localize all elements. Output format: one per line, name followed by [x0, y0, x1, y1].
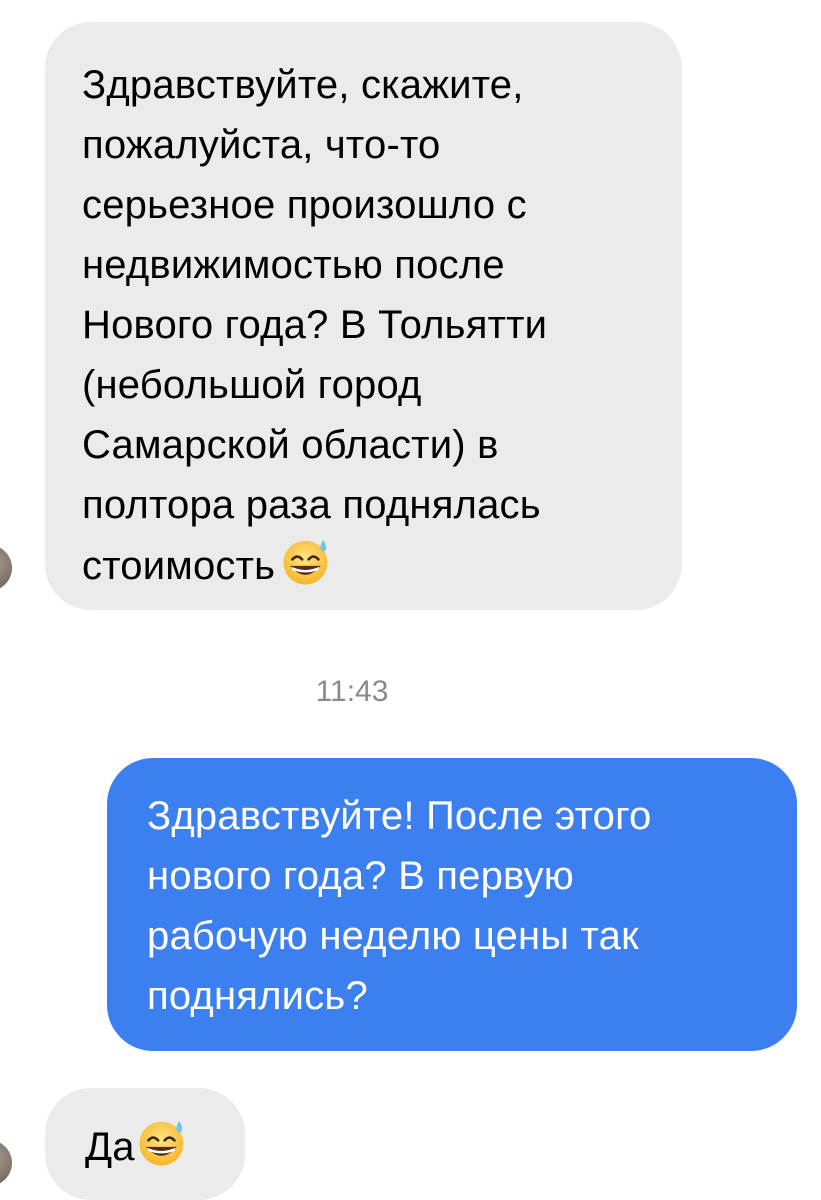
message-line: серьезное произошло с	[82, 183, 527, 227]
message-line: пожалуйста, что-то	[82, 123, 441, 167]
grinning-face-with-sweat-icon	[139, 1120, 184, 1166]
message-text: стоимость	[82, 544, 276, 588]
message-line: Здравствуйте, скажите,	[82, 63, 524, 107]
message-line: Самарской области) в	[82, 423, 499, 467]
message-line: Здравствуйте! После этого	[147, 794, 652, 838]
message-line: поднялись?	[147, 974, 368, 1018]
incoming-message-bubble[interactable]: Здравствуйте, скажите, пожалуйста, что-т…	[45, 22, 682, 610]
outgoing-message-bubble[interactable]: Здравствуйте! После этого нового года? В…	[107, 758, 797, 1051]
message-line: (небольшой город	[82, 363, 422, 407]
message-text: Да	[85, 1125, 135, 1169]
message-timestamp: 11:43	[315, 675, 389, 708]
grinning-face-with-sweat-icon	[283, 539, 328, 585]
message-line: полтора раза поднялась	[82, 483, 541, 527]
message-line-last: Да	[85, 1116, 225, 1177]
incoming-message-bubble[interactable]: Да	[45, 1088, 245, 1200]
sender-avatar[interactable]	[0, 545, 12, 591]
message-line: нового года? В первую	[147, 854, 574, 898]
message-line: рабочую неделю цены так	[147, 914, 639, 958]
sender-avatar[interactable]	[0, 1140, 12, 1186]
message-line-last: стоимость	[82, 535, 652, 596]
message-line: недвижимостью после	[82, 243, 505, 287]
message-line: Нового года? В Тольятти	[82, 303, 548, 347]
